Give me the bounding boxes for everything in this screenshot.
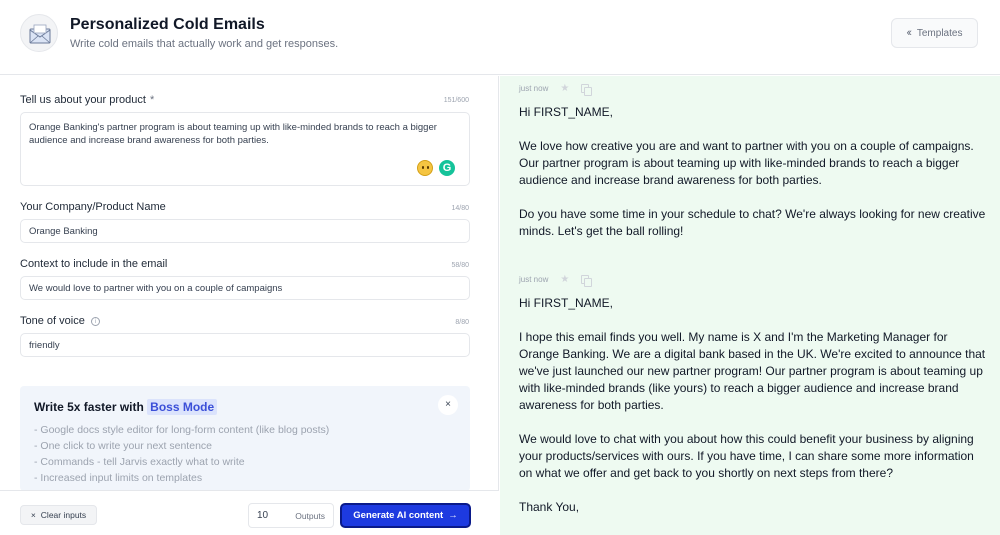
copy-icon[interactable] — [581, 83, 593, 96]
emoji-icon[interactable] — [417, 160, 433, 176]
company-name-input[interactable]: Orange Banking — [20, 219, 470, 243]
page-header: Personalized Cold Emails Write cold emai… — [0, 0, 1000, 75]
chevrons-left-icon: ‹‹ — [906, 27, 913, 39]
tone-counter: 8/80 — [455, 319, 469, 326]
email-paragraph: We would love to chat with you about how… — [519, 432, 974, 480]
promo-title: Write 5x faster with Boss Mode — [34, 399, 218, 415]
list-item: - Increased input limits on templates — [34, 472, 203, 484]
promo-title-prefix: Write 5x faster with — [34, 400, 144, 414]
email-paragraph: Hi FIRST_NAME, — [519, 105, 614, 119]
promo-feature-list: - Google docs style editor for long-form… — [34, 422, 329, 486]
input-panel: Tell us about your product * 151/600 Oran… — [0, 76, 499, 535]
result-card: just now ★ Hi FIRST_NAME, We love how cr… — [519, 82, 989, 257]
arrow-right-icon: → — [448, 510, 458, 521]
tone-label: Tone of voice i — [20, 315, 100, 327]
result-timestamp: just now — [519, 83, 549, 93]
context-value: We would love to partner with you on a c… — [29, 283, 283, 294]
clear-inputs-button[interactable]: × Clear inputs — [20, 505, 97, 525]
star-icon[interactable]: ★ — [560, 274, 569, 285]
context-counter: 58/80 — [451, 262, 469, 269]
close-icon: × — [30, 510, 36, 520]
email-paragraph: I hope this email finds you well. My nam… — [519, 330, 986, 412]
list-item: - One click to write your next sentence — [34, 440, 212, 452]
boss-mode-link[interactable]: Boss Mode — [147, 399, 218, 415]
list-item: - Google docs style editor for long-form… — [34, 424, 330, 436]
generate-label: Generate AI content — [353, 510, 444, 521]
email-body: Hi FIRST_NAME, I hope this email finds y… — [519, 295, 989, 516]
star-icon[interactable]: ★ — [560, 83, 569, 94]
page-title: Personalized Cold Emails — [70, 16, 265, 33]
tone-input[interactable]: friendly — [20, 333, 470, 357]
copy-icon[interactable] — [581, 274, 593, 287]
required-mark: * — [149, 94, 155, 106]
tone-label-text: Tone of voice — [20, 315, 85, 327]
email-paragraph: Hi FIRST_NAME, — [519, 296, 614, 310]
product-label-text: Tell us about your product — [20, 94, 146, 106]
result-meta: just now ★ — [519, 82, 989, 96]
grammarly-icon[interactable]: G — [439, 160, 455, 176]
generate-ai-content-button[interactable]: Generate AI content → — [340, 503, 471, 528]
company-name-value: Orange Banking — [29, 226, 98, 237]
product-counter: 151/600 — [443, 97, 469, 104]
email-paragraph: Thank You, — [519, 500, 580, 514]
result-card: just now ★ Hi FIRST_NAME, I hope this em… — [519, 273, 989, 533]
context-label: Context to include in the email — [20, 258, 168, 270]
company-label: Your Company/Product Name — [20, 201, 166, 213]
product-label: Tell us about your product * — [20, 94, 154, 106]
email-body: Hi FIRST_NAME, We love how creative you … — [519, 104, 989, 240]
action-bar: × Clear inputs 10 Outputs Generate AI co… — [0, 490, 499, 535]
result-meta: just now ★ — [519, 273, 989, 287]
close-icon[interactable]: × — [438, 395, 458, 415]
product-description-value: Orange Banking's partner program is abou… — [29, 122, 437, 146]
email-envelope-icon — [20, 14, 58, 52]
outputs-label: Outputs — [295, 511, 325, 521]
outputs-count-input[interactable]: 10 Outputs — [248, 503, 334, 528]
page-subtitle: Write cold emails that actually work and… — [70, 38, 339, 50]
boss-mode-promo: Write 5x faster with Boss Mode × - Googl… — [20, 386, 470, 491]
product-description-textarea[interactable]: Orange Banking's partner program is abou… — [20, 112, 470, 186]
company-counter: 14/80 — [451, 205, 469, 212]
templates-button-label: Templates — [916, 27, 963, 39]
email-paragraph: Do you have some time in your schedule t… — [519, 207, 986, 238]
info-icon[interactable]: i — [90, 317, 100, 326]
result-timestamp: just now — [519, 274, 549, 284]
templates-button[interactable]: ‹‹ Templates — [891, 18, 978, 48]
context-input[interactable]: We would love to partner with you on a c… — [20, 276, 470, 300]
tone-value: friendly — [29, 340, 60, 351]
list-item: - Commands - tell Jarvis exactly what to… — [34, 456, 245, 468]
results-panel: just now ★ Hi FIRST_NAME, We love how cr… — [500, 76, 1000, 535]
email-paragraph: We love how creative you are and want to… — [519, 139, 974, 187]
outputs-value: 10 — [257, 510, 269, 521]
clear-inputs-label: Clear inputs — [40, 510, 87, 520]
